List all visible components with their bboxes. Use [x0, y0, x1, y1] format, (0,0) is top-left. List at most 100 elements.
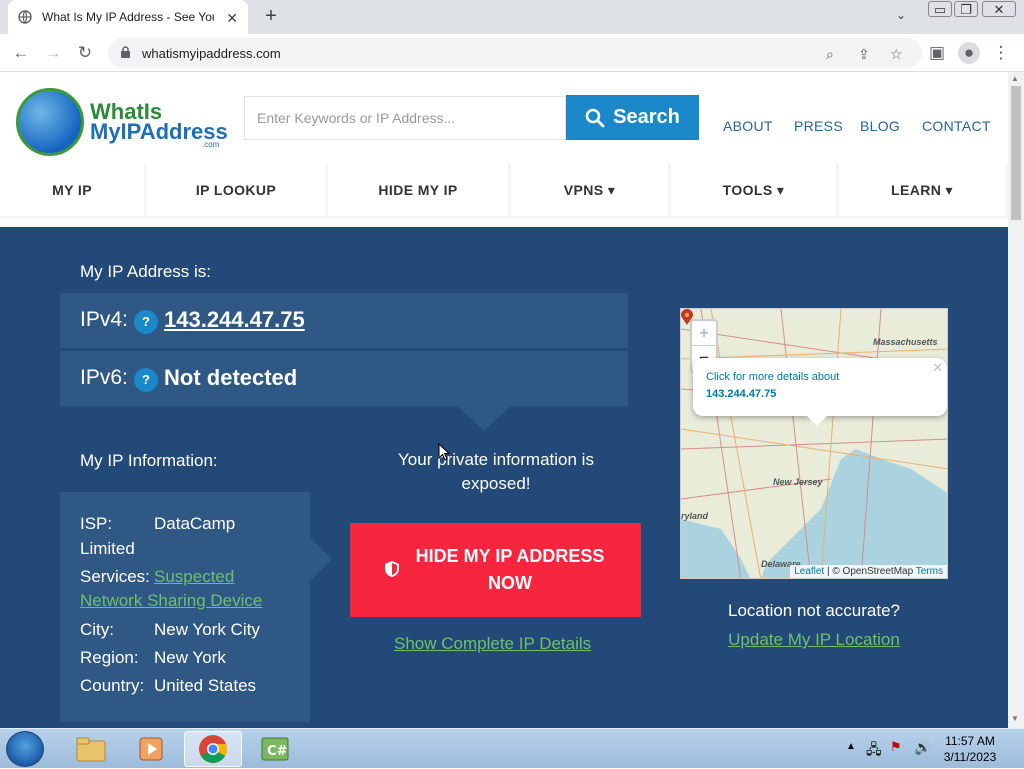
close-tab-icon[interactable]: ✕ — [226, 10, 238, 27]
search-icon — [585, 108, 605, 127]
address-bar[interactable]: whatismyipaddress.com ⌕ ⇪ ☆ — [108, 38, 922, 68]
taskbar-clock[interactable]: 11:57 AM 3/11/2023 — [930, 733, 1010, 765]
popup-ip: 143.244.47.75 — [706, 388, 777, 400]
location-question: Location not accurate? — [727, 601, 900, 620]
location-map[interactable]: + − Massachusetts New Jersey ryland Dela… — [680, 308, 948, 579]
site-logo[interactable]: WhatIs MyIPAddress .com — [16, 88, 228, 160]
nav-ip-lookup[interactable]: IP LOOKUP — [147, 164, 325, 216]
nav-hide-my-ip[interactable]: HIDE MY IP — [328, 164, 508, 216]
restore-button[interactable]: ❐ — [954, 1, 978, 17]
about-link[interactable]: ABOUT — [723, 118, 773, 134]
blog-link[interactable]: BLOG — [860, 118, 900, 134]
back-icon[interactable]: ← — [10, 42, 32, 64]
terms-link[interactable]: Terms — [916, 566, 943, 577]
show-details-link[interactable]: Show Complete IP Details — [394, 634, 591, 654]
isp-key: ISP: — [80, 514, 113, 533]
press-link[interactable]: PRESS — [794, 118, 843, 134]
services-key: Services: — [80, 567, 150, 586]
region-key: Region: — [80, 648, 139, 667]
isp-value: DataCamp — [154, 514, 236, 533]
csharp-app[interactable]: C# — [246, 731, 304, 767]
hide-button-text: HIDE MY IP ADDRESS NOW — [410, 543, 610, 597]
ipv4-label: IPv4: — [80, 308, 128, 331]
logo-wordmark: WhatIs MyIPAddress — [90, 101, 228, 144]
web-page: WhatIs MyIPAddress .com Search ABOUT PRE… — [0, 72, 1008, 728]
explorer-app[interactable] — [62, 731, 120, 767]
zoom-in-button[interactable]: + — [692, 321, 716, 346]
share-icon[interactable]: ⇪ — [858, 46, 870, 63]
url-text: whatismyipaddress.com — [142, 46, 281, 61]
network-icon[interactable]: 🖧 — [866, 739, 882, 763]
profile-avatar-icon[interactable]: ● — [958, 42, 980, 64]
ipv6-help-icon[interactable]: ? — [134, 368, 158, 392]
logo-com: .com — [202, 140, 220, 149]
region-value: New York — [154, 648, 226, 667]
main-nav: MY IP IP LOOKUP HIDE MY IP VPNS ▾ TOOLS … — [0, 164, 1008, 218]
nav-tools[interactable]: TOOLS ▾ — [671, 164, 836, 216]
popup-close-icon[interactable]: ✕ — [932, 360, 943, 376]
hide-my-ip-button[interactable]: HIDE MY IP ADDRESS NOW — [350, 523, 641, 617]
services-link-cont[interactable]: Network Sharing Device — [80, 591, 262, 611]
map-label-massachusetts: Massachusetts — [873, 337, 938, 347]
side-panel-icon[interactable]: ▣ — [926, 42, 948, 64]
tab-title: What Is My IP Address - See You — [42, 10, 214, 24]
scroll-up-icon[interactable]: ▲ — [1011, 74, 1019, 83]
start-button[interactable] — [6, 731, 44, 767]
tab-strip: What Is My IP Address - See You ✕ + ⌄ ▭ … — [0, 0, 1024, 34]
zoom-search-icon[interactable]: ⌕ — [826, 46, 834, 63]
new-tab-button[interactable]: + — [259, 4, 283, 28]
minimize-button[interactable]: ▭ — [928, 1, 952, 17]
action-center-icon[interactable]: ⚑ — [890, 739, 902, 755]
scroll-down-icon[interactable]: ▼ — [1011, 714, 1019, 723]
forward-icon[interactable]: → — [42, 42, 64, 64]
close-window-button[interactable]: ✕ — [982, 1, 1016, 17]
media-player-app[interactable] — [122, 731, 180, 767]
show-hidden-icons[interactable]: ▲ — [846, 741, 856, 752]
scroll-thumb[interactable] — [1011, 86, 1021, 220]
menu-kebab-icon[interactable]: ⋮ — [990, 42, 1012, 64]
hide-button-line1: HIDE MY IP ADDRESS — [415, 546, 605, 566]
lock-icon — [121, 46, 130, 58]
globe-logo-icon — [16, 88, 84, 156]
browser-tab[interactable]: What Is My IP Address - See You ✕ — [8, 0, 248, 34]
logo-line2: MyIPAddress — [90, 119, 228, 144]
nav-my-ip[interactable]: MY IP — [0, 164, 144, 216]
map-label-maryland: ryland — [681, 511, 709, 521]
mouse-cursor-icon — [438, 443, 450, 461]
tab-search-icon[interactable]: ⌄ — [896, 8, 906, 22]
chrome-icon — [199, 735, 227, 763]
chrome-app[interactable] — [184, 731, 242, 767]
volume-icon[interactable]: 🔊 — [914, 739, 931, 756]
update-location-link[interactable]: Update My IP Location — [680, 630, 948, 650]
page-scrollbar[interactable]: ▲ ▼ — [1008, 72, 1024, 728]
ipv6-box: IPv6: ? Not detected — [60, 351, 628, 406]
ipv4-value[interactable]: 143.244.47.75 — [164, 307, 305, 333]
pointer-arrow-right — [310, 537, 332, 581]
nav-learn[interactable]: LEARN ▾ — [839, 164, 1005, 216]
search-button-label: Search — [613, 106, 680, 128]
hide-button-line2: NOW — [488, 573, 532, 593]
map-popup[interactable]: Click for more details about 143.244.47.… — [693, 358, 947, 416]
bookmark-star-icon[interactable]: ☆ — [890, 46, 903, 63]
ipv4-box: IPv4: ? 143.244.47.75 — [60, 293, 628, 348]
leaflet-link[interactable]: Leaflet — [794, 566, 824, 577]
ipv4-help-icon[interactable]: ? — [134, 310, 158, 334]
city-value: New York City — [154, 620, 260, 639]
update-location-text[interactable]: Update My IP Location — [728, 630, 900, 649]
map-attribution: Leaflet | © OpenStreetMap Terms — [790, 565, 947, 578]
nav-vpns[interactable]: VPNS ▾ — [511, 164, 668, 216]
reload-icon[interactable]: ↻ — [74, 42, 96, 64]
isp-value-cont: Limited — [80, 539, 135, 558]
search-button[interactable]: Search — [566, 95, 699, 140]
map-tiles — [681, 309, 947, 578]
services-link[interactable]: Suspected — [154, 567, 234, 587]
shield-icon — [385, 561, 399, 577]
map-marker-icon[interactable] — [681, 309, 693, 325]
clock-date: 3/11/2023 — [943, 750, 997, 764]
ipv6-value: Not detected — [164, 365, 298, 390]
city-key: City: — [80, 620, 114, 639]
popup-text: Click for more details about — [706, 371, 840, 383]
svg-text:C#: C# — [267, 744, 288, 759]
search-input[interactable] — [244, 96, 566, 140]
contact-link[interactable]: CONTACT — [922, 118, 991, 134]
